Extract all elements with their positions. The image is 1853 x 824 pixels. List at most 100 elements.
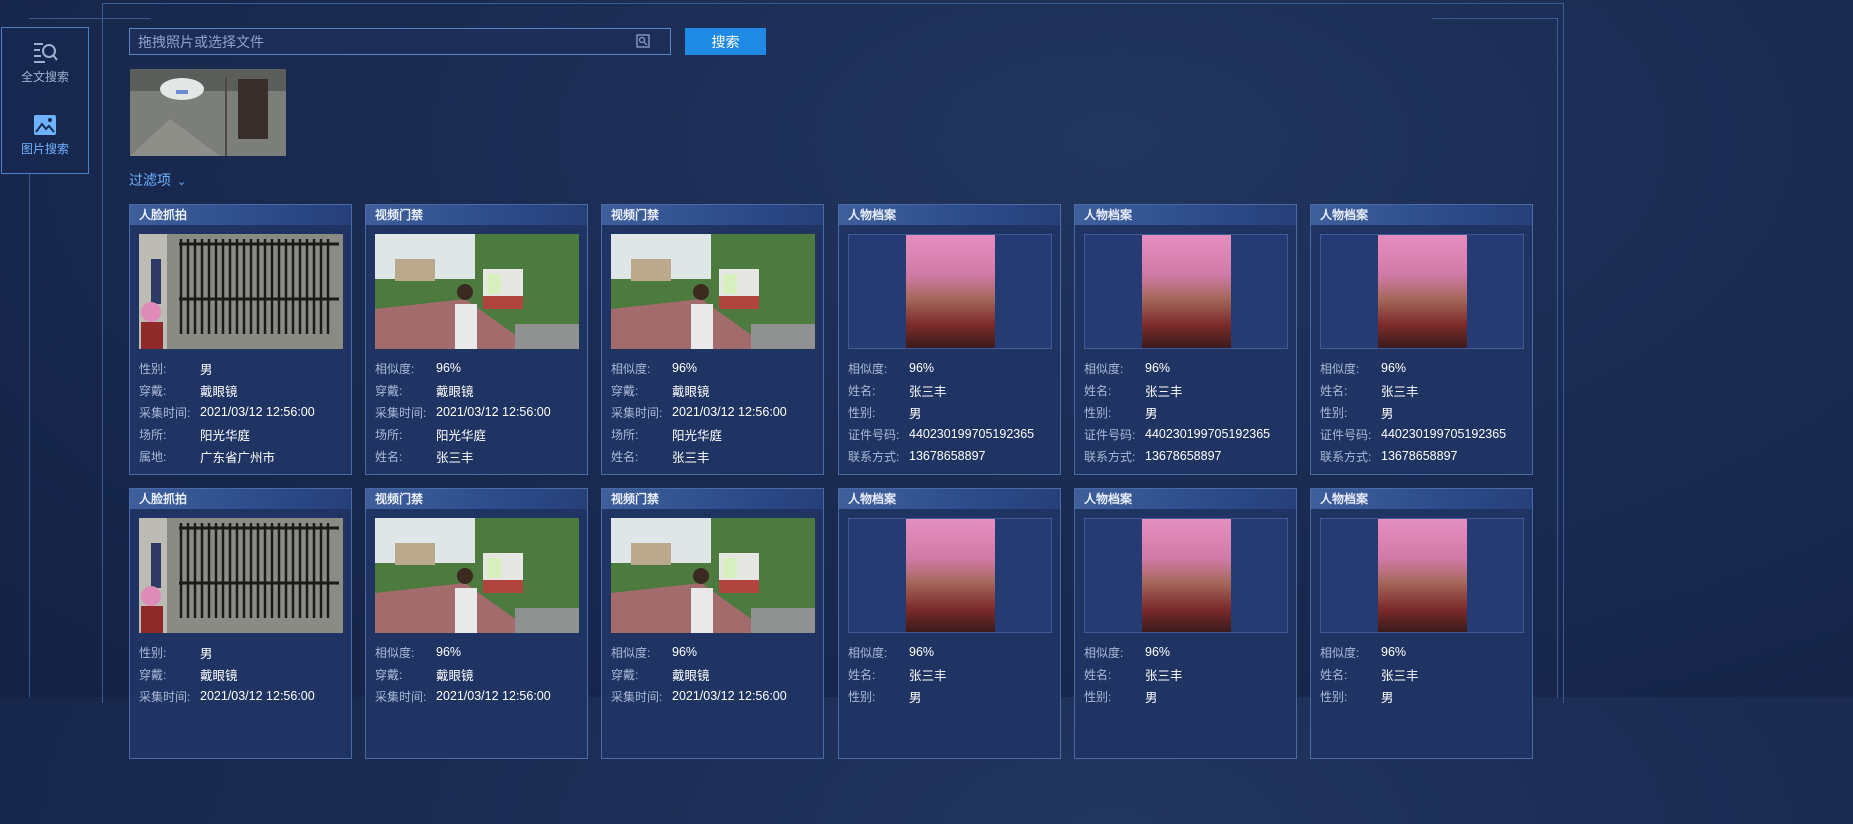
gate-photo xyxy=(139,518,343,633)
card-photo[interactable] xyxy=(1320,234,1524,349)
card-type-label: 人物档案 xyxy=(839,205,1060,225)
upload-photo-icon[interactable] xyxy=(636,34,650,48)
person-face-photo xyxy=(1378,235,1467,348)
field-value: 96% xyxy=(436,645,462,659)
result-card[interactable]: 人物档案 相似度: 96% 姓名: 张三丰 性别: 男 xyxy=(1074,488,1297,759)
card-photo[interactable] xyxy=(611,518,815,633)
result-card[interactable]: 视频门禁 相似度: 96% 穿戴: 戴眼镜 采集时间: 2021/03/12 12:56:0… xyxy=(601,204,824,475)
result-card[interactable]: 人脸抓拍 性别: 男穿戴: 戴眼镜 采集时间: 2021/03/12 12:56:00 场所… xyxy=(129,204,352,475)
result-card[interactable]: 人物档案 相似度: 96% 姓名: 张三丰 性别: 男证件号码: 44023019970519… xyxy=(1310,204,1533,475)
card-fields: 相似度: 96% 姓名: 张三丰 性别: 男证件号码: 440230199705192365… xyxy=(1084,357,1270,467)
nav-item-fulltext-search[interactable]: 全文搜索 xyxy=(2,40,88,85)
field-value: 2021/03/12 12:56:00 xyxy=(436,405,551,419)
field-row: 性别: 男 xyxy=(1320,685,1419,707)
gate-photo xyxy=(139,234,343,349)
field-row: 性别: 男 xyxy=(1084,401,1270,423)
field-label: 场所: xyxy=(139,427,167,442)
result-card[interactable]: 人物档案 相似度: 96% 姓名: 张三丰 性别: 男 xyxy=(838,488,1061,759)
card-photo[interactable] xyxy=(1320,518,1524,633)
field-label: 性别: xyxy=(1320,689,1348,704)
nav-item-image-search[interactable]: 图片搜索 xyxy=(2,114,88,157)
card-photo[interactable] xyxy=(1084,518,1288,633)
field-row: 姓名: 张三丰 xyxy=(1084,379,1270,401)
result-card[interactable]: 视频门禁 相似度: 96% 穿戴: 戴眼镜 采集时间: 2021/03/12 12:56:0… xyxy=(365,488,588,759)
field-label: 相似度: xyxy=(1084,645,1124,660)
field-value: 戴眼镜 xyxy=(200,668,238,683)
field-label: 姓名: xyxy=(1084,383,1112,398)
field-label: 性别: xyxy=(1084,689,1112,704)
field-value: 13678658897 xyxy=(909,449,986,463)
field-row: 采集时间: 2021/03/12 12:56:00 xyxy=(375,401,551,423)
field-value: 96% xyxy=(1381,645,1407,659)
card-fields: 相似度: 96% 穿戴: 戴眼镜 采集时间: 2021/03/12 12:56:00 场所:… xyxy=(375,357,551,467)
field-row: 性别: 男 xyxy=(139,641,315,663)
query-image-thumbnail[interactable] xyxy=(130,69,286,156)
field-row: 穿戴: 戴眼镜 xyxy=(139,663,315,685)
field-value: 男 xyxy=(200,646,213,661)
field-label: 相似度: xyxy=(611,361,651,376)
field-value: 96% xyxy=(1145,361,1171,375)
card-fields: 性别: 男穿戴: 戴眼镜 采集时间: 2021/03/12 12:56:00 场所: 阳光华… xyxy=(139,357,315,467)
field-value: 张三丰 xyxy=(1381,668,1419,683)
result-card[interactable]: 人脸抓拍 性别: 男穿戴: 戴眼镜 采集时间: 2021/03/12 12:56:00 xyxy=(129,488,352,759)
person-face-photo xyxy=(906,519,995,632)
field-label: 属地: xyxy=(139,449,167,464)
card-type-label: 人物档案 xyxy=(1311,205,1532,225)
field-row: 相似度: 96% xyxy=(848,357,1034,379)
field-row: 性别: 男 xyxy=(848,401,1034,423)
card-photo[interactable] xyxy=(848,234,1052,349)
result-card[interactable]: 视频门禁 相似度: 96% 穿戴: 戴眼镜 采集时间: 2021/03/12 12:56:0… xyxy=(601,488,824,759)
field-label: 性别: xyxy=(139,361,167,376)
result-card[interactable]: 人物档案 相似度: 96% 姓名: 张三丰 性别: 男证件号码: 44023019970519… xyxy=(1074,204,1297,475)
result-card[interactable]: 人物档案 相似度: 96% 姓名: 张三丰 性别: 男 xyxy=(1310,488,1533,759)
field-label: 性别: xyxy=(1084,405,1112,420)
field-label: 性别: xyxy=(139,645,167,660)
card-photo[interactable] xyxy=(848,518,1052,633)
field-row: 姓名: 张三丰 xyxy=(1320,379,1506,401)
card-photo[interactable] xyxy=(139,518,343,633)
field-label: 证件号码: xyxy=(1084,427,1136,442)
filter-label: 过滤项 xyxy=(129,172,171,188)
card-photo[interactable] xyxy=(1084,234,1288,349)
field-value: 13678658897 xyxy=(1381,449,1458,463)
field-value: 张三丰 xyxy=(909,668,947,683)
card-fields: 相似度: 96% 穿戴: 戴眼镜 采集时间: 2021/03/12 12:56:00 场所:… xyxy=(611,357,787,467)
field-label: 姓名: xyxy=(1084,667,1112,682)
search-button[interactable]: 搜索 xyxy=(685,28,766,55)
field-label: 采集时间: xyxy=(375,689,427,704)
field-label: 穿戴: xyxy=(375,383,403,398)
card-photo[interactable] xyxy=(375,234,579,349)
field-label: 采集时间: xyxy=(139,405,191,420)
field-value: 440230199705192365 xyxy=(1145,427,1271,441)
field-value: 戴眼镜 xyxy=(436,384,474,399)
card-type-label: 人物档案 xyxy=(1311,489,1532,509)
field-row: 姓名: 张三丰 xyxy=(848,663,947,685)
query-image-car xyxy=(130,69,286,156)
field-value: 男 xyxy=(1145,690,1158,705)
result-card[interactable]: 视频门禁 相似度: 96% 穿戴: 戴眼镜 采集时间: 2021/03/12 12:56:0… xyxy=(365,204,588,475)
field-value: 广东省广州市 xyxy=(200,450,276,465)
scene-photo xyxy=(611,234,815,349)
field-label: 姓名: xyxy=(848,383,876,398)
field-row: 联系方式: 13678658897 xyxy=(1084,445,1270,467)
field-label: 采集时间: xyxy=(139,689,191,704)
card-photo[interactable] xyxy=(139,234,343,349)
field-row: 相似度: 96% xyxy=(848,641,947,663)
card-fields: 性别: 男穿戴: 戴眼镜 采集时间: 2021/03/12 12:56:00 xyxy=(139,641,315,707)
filter-toggle[interactable]: 过滤项 ⌄ xyxy=(129,170,186,190)
field-row: 穿戴: 戴眼镜 xyxy=(375,379,551,401)
card-photo[interactable] xyxy=(375,518,579,633)
card-fields: 相似度: 96% 姓名: 张三丰 性别: 男 xyxy=(848,641,947,707)
card-photo[interactable] xyxy=(611,234,815,349)
field-value: 阳光华庭 xyxy=(436,428,487,443)
scene-photo xyxy=(375,518,579,633)
field-value: 96% xyxy=(672,645,698,659)
field-row: 相似度: 96% xyxy=(1084,641,1183,663)
search-input[interactable] xyxy=(130,29,646,54)
field-label: 穿戴: xyxy=(139,667,167,682)
field-label: 相似度: xyxy=(1084,361,1124,376)
field-value: 张三丰 xyxy=(1381,384,1419,399)
result-card[interactable]: 人物档案 相似度: 96% 姓名: 张三丰 性别: 男证件号码: 44023019970519… xyxy=(838,204,1061,475)
field-row: 姓名: 张三丰 xyxy=(375,445,551,467)
field-label: 性别: xyxy=(848,405,876,420)
